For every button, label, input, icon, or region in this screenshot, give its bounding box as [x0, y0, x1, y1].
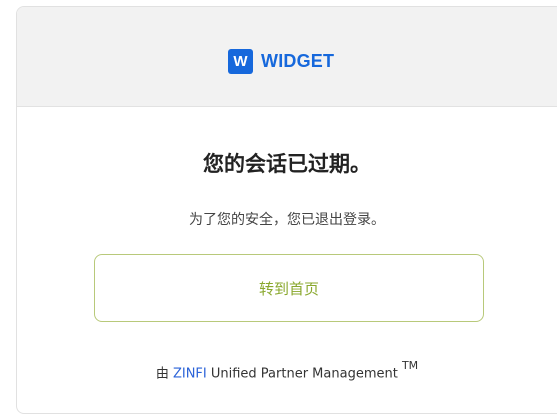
logout-message: 为了您的安全，您已退出登录。 [189, 212, 385, 228]
widget-logo-icon: W [228, 49, 253, 74]
go-to-home-button[interactable]: 转到首页 [94, 254, 484, 322]
footer-product-name: Unified Partner Management [206, 366, 402, 382]
trademark-mark: TM [401, 359, 419, 372]
page-title: 您的会话已过期。 [203, 152, 371, 176]
footer-prefix: 由 [155, 366, 173, 382]
brand-logo: W WIDGET [228, 49, 334, 74]
brand-name: WIDGET [261, 51, 335, 71]
session-expired-card: W WIDGET 您的会话已过期。 为了您的安全，您已退出登录。 转到首页 由 … [16, 6, 557, 414]
zinfi-link[interactable]: ZINFI [173, 366, 207, 381]
card-header: W WIDGET [17, 7, 557, 107]
footer-credit: 由 ZINFI Unified Partner Management TM [17, 359, 557, 382]
